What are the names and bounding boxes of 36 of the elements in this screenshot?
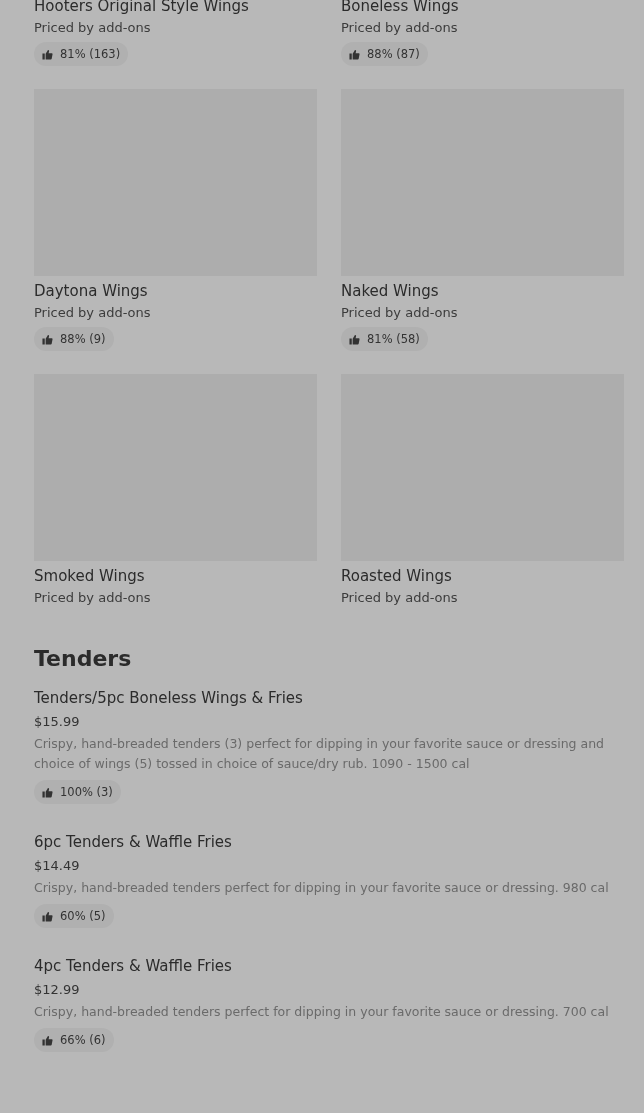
rating-badge: 81% (58): [341, 327, 428, 351]
item-title: Smoked Wings: [34, 566, 145, 586]
item-description: Crispy, hand-breaded tenders (3) perfect for dipping in your favorite sauce or dressing and choice of wings (5) tossed in choice of sauce/dry rub. 1090 - 1500 cal: [34, 735, 605, 773]
item-description: Crispy, hand-breaded tenders perfect for dipping in your favorite sauce or dressing. 980 cal: [34, 879, 610, 897]
rating-badge: 66% (6): [34, 1028, 114, 1052]
item-price: Priced by add-ons: [34, 19, 151, 37]
thumbs-up-icon: [42, 333, 53, 345]
rating-badge: 88% (9): [34, 327, 114, 351]
thumbs-up-icon: [42, 910, 53, 922]
thumbs-up-icon: [42, 786, 53, 798]
thumbs-up-icon: [349, 48, 360, 60]
item-price: Priced by add-ons: [34, 589, 151, 607]
rating-badge: 100% (3): [34, 780, 121, 804]
item-title: Boneless Wings: [341, 0, 459, 16]
item-title: Roasted Wings: [341, 566, 452, 586]
item-title: Tenders/5pc Boneless Wings & Fries: [34, 688, 303, 708]
item-description: Crispy, hand-breaded tenders perfect for dipping in your favorite sauce or dressing. 700 cal: [34, 1003, 610, 1021]
thumbs-up-icon: [42, 1034, 53, 1046]
item-price: Priced by add-ons: [341, 589, 458, 607]
rating-badge: 60% (5): [34, 904, 114, 928]
thumbs-up-icon: [349, 333, 360, 345]
item-title: 4pc Tenders & Waffle Fries: [34, 956, 232, 976]
rating-badge: 81% (163): [34, 42, 129, 66]
item-title: Daytona Wings: [34, 281, 148, 301]
item-title: Hooters Original Style Wings: [34, 0, 249, 16]
item-title: Naked Wings: [341, 281, 439, 301]
section-heading: Tenders: [34, 645, 133, 673]
item-price: Priced by add-ons: [341, 304, 458, 322]
item-price: $12.99: [34, 981, 80, 999]
thumbs-up-icon: [42, 48, 53, 60]
rating-badge: 88% (87): [341, 42, 428, 66]
item-price: Priced by add-ons: [341, 19, 458, 37]
item-title: 6pc Tenders & Waffle Fries: [34, 832, 232, 852]
item-price: $14.49: [34, 857, 80, 875]
item-price: $15.99: [34, 713, 80, 731]
item-price: Priced by add-ons: [34, 304, 151, 322]
